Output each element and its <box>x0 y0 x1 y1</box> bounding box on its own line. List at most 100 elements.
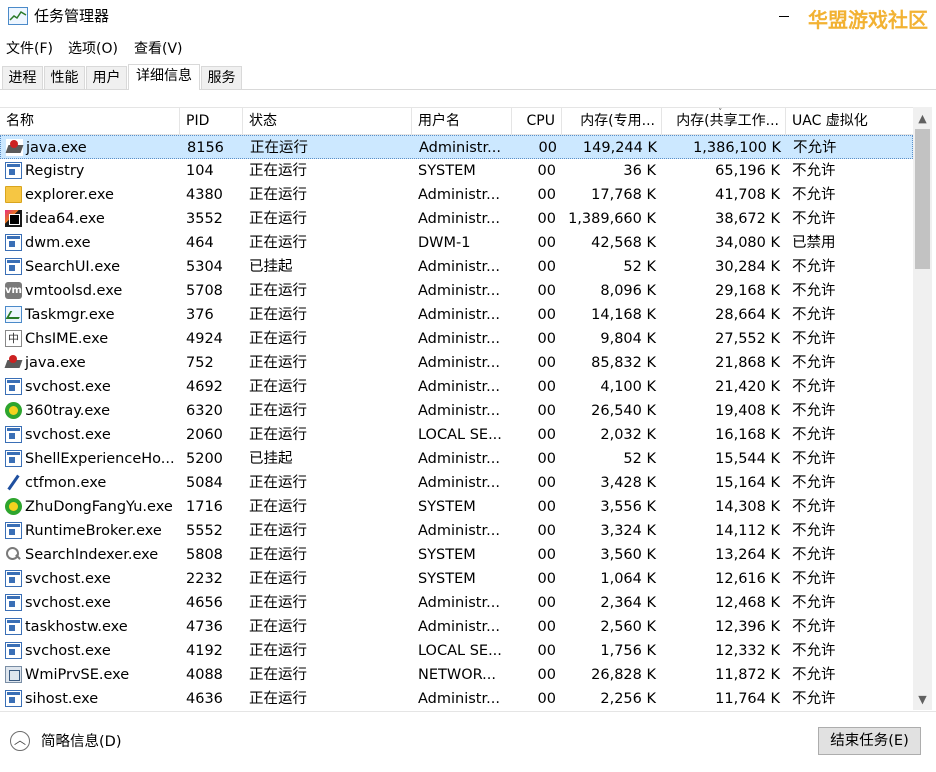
cell-user: Administr... <box>418 379 500 395</box>
cell-mem: 52 K <box>623 259 656 275</box>
menu-options[interactable]: 选项(O) <box>68 38 118 58</box>
process-name: svchost.exe <box>25 379 111 395</box>
cell-shared: 38,672 K <box>715 211 780 227</box>
table-row[interactable]: ShellExperienceHo... 5200 已挂起 Administr... 0… <box>0 447 913 471</box>
table-row[interactable]: svchost.exe 4192 正在运行 LOCAL SE... 00 1,756 K 1… <box>0 639 913 663</box>
column-cpu[interactable]: CPU <box>512 108 562 134</box>
menu-view[interactable]: 查看(V) <box>134 38 183 58</box>
cell-shared: 15,544 K <box>715 451 780 467</box>
cell-status: 正在运行 <box>249 379 307 395</box>
cell-shared: 1,386,100 K <box>693 140 781 156</box>
column-username[interactable]: 用户名 <box>412 108 512 134</box>
table-row[interactable]: svchost.exe 4656 正在运行 Administr... 00 2,364 K… <box>0 591 913 615</box>
cell-cpu: 00 <box>537 235 556 251</box>
table-row[interactable]: java.exe 8156 正在运行 Administr... 00 149,244 K 1… <box>0 135 913 159</box>
collapse-chevron-icon[interactable]: ︿ <box>10 731 30 751</box>
table-row[interactable]: RuntimeBroker.exe 5552 正在运行 Administr... 00 3… <box>0 519 913 543</box>
column-pid[interactable]: PID <box>180 108 243 134</box>
cell-status: 正在运行 <box>249 331 307 347</box>
footer-bar: ︿ 简略信息(D) 结束任务(E) <box>0 711 936 772</box>
cell-cpu: 00 <box>537 667 556 683</box>
cell-user: Administr... <box>418 619 500 635</box>
cell-pid: 5084 <box>186 475 223 491</box>
cell-cpu: 00 <box>537 379 556 395</box>
table-row[interactable]: Registry 104 正在运行 SYSTEM 00 36 K 65,196 K 不允许 <box>0 159 913 183</box>
table-row[interactable]: WmiPrvSE.exe 4088 正在运行 NETWOR... 00 26,828 K 1… <box>0 663 913 687</box>
table-row[interactable]: svchost.exe 2060 正在运行 LOCAL SE... 00 2,032 K 1… <box>0 423 913 447</box>
tab-users[interactable]: 用户 <box>86 66 127 89</box>
table-row[interactable]: Taskmgr.exe 376 正在运行 Administr... 00 14,168 K… <box>0 303 913 327</box>
cell-cpu: 00 <box>537 595 556 611</box>
table-row[interactable]: 中 ChsIME.exe 4924 正在运行 Administr... 00 9,804 K… <box>0 327 913 351</box>
end-task-button[interactable]: 结束任务(E) <box>818 727 921 755</box>
fewer-details-link[interactable]: 简略信息(D) <box>41 732 121 752</box>
table-row[interactable]: svchost.exe 2232 正在运行 SYSTEM 00 1,064 K 12,616… <box>0 567 913 591</box>
cell-status: 已挂起 <box>249 451 293 467</box>
tab-details[interactable]: 详细信息 <box>128 64 200 90</box>
cell-cpu: 00 <box>537 187 556 203</box>
table-row[interactable]: java.exe 752 正在运行 Administr... 00 85,832 K 21,… <box>0 351 913 375</box>
minimize-button[interactable] <box>779 16 789 17</box>
cell-user: Administr... <box>418 523 500 539</box>
column-memory-private[interactable]: 内存(专用... <box>562 108 662 134</box>
table-row[interactable]: SearchIndexer.exe 5808 正在运行 SYSTEM 00 3,560 K… <box>0 543 913 567</box>
table-row[interactable]: ZhuDongFangYu.exe 1716 正在运行 SYSTEM 00 3,556 K… <box>0 495 913 519</box>
cell-pid: 4380 <box>186 187 223 203</box>
scroll-down-arrow-icon[interactable]: ▼ <box>913 691 932 708</box>
cell-mem: 14,168 K <box>591 307 656 323</box>
process-name: ctfmon.exe <box>25 475 107 491</box>
cell-uac: 不允许 <box>792 547 836 563</box>
cell-mem: 42,568 K <box>591 235 656 251</box>
table-row[interactable]: SearchUI.exe 5304 已挂起 Administr... 00 52 K 30,… <box>0 255 913 279</box>
table-row[interactable]: explorer.exe 4380 正在运行 Administr... 00 17,768… <box>0 183 913 207</box>
column-uac[interactable]: UAC 虚拟化 <box>786 108 913 134</box>
cell-cpu: 00 <box>537 307 556 323</box>
cell-shared: 27,552 K <box>715 331 780 347</box>
cell-mem: 2,256 K <box>600 691 656 707</box>
cell-shared: 41,708 K <box>715 187 780 203</box>
cell-status: 正在运行 <box>249 691 307 707</box>
table-row[interactable]: svchost.exe 4692 正在运行 Administr... 00 4,100 K… <box>0 375 913 399</box>
cell-cpu: 00 <box>537 475 556 491</box>
cell-pid: 4636 <box>186 691 223 707</box>
column-memory-shared[interactable]: 内存(共享工作... <box>662 108 786 134</box>
table-row[interactable]: dwm.exe 464 正在运行 DWM-1 00 42,568 K 34,080 K 已禁用 <box>0 231 913 255</box>
scroll-thumb[interactable] <box>915 129 930 269</box>
cell-mem: 17,768 K <box>591 187 656 203</box>
cell-cpu: 00 <box>537 403 556 419</box>
cell-shared: 16,168 K <box>715 427 780 443</box>
cell-uac: 不允许 <box>792 163 836 179</box>
cell-user: Administr... <box>418 451 500 467</box>
cell-mem: 4,100 K <box>600 379 656 395</box>
menu-file[interactable]: 文件(F) <box>6 38 53 58</box>
process-name: taskhostw.exe <box>25 619 128 635</box>
table-row[interactable]: ctfmon.exe 5084 正在运行 Administr... 00 3,428 K 1… <box>0 471 913 495</box>
process-name: svchost.exe <box>25 643 111 659</box>
cell-uac: 不允许 <box>792 523 836 539</box>
cell-uac: 不允许 <box>792 571 836 587</box>
tab-performance[interactable]: 性能 <box>44 66 85 89</box>
cell-pid: 5552 <box>186 523 223 539</box>
cell-uac: 不允许 <box>792 643 836 659</box>
cell-uac: 不允许 <box>792 379 836 395</box>
process-name: java.exe <box>25 355 86 371</box>
sort-arrow-icon: ˅ <box>718 108 723 118</box>
process-name: ZhuDongFangYu.exe <box>25 499 173 515</box>
table-row[interactable]: idea64.exe 3552 正在运行 Administr... 00 1,389,66… <box>0 207 913 231</box>
column-status[interactable]: 状态 <box>243 108 412 134</box>
cell-uac: 不允许 <box>792 475 836 491</box>
column-name[interactable]: 名称 <box>0 108 180 134</box>
cell-pid: 1716 <box>186 499 223 515</box>
cell-status: 正在运行 <box>249 667 307 683</box>
tab-services[interactable]: 服务 <box>201 66 242 89</box>
table-row[interactable]: 360tray.exe 6320 正在运行 Administr... 00 26,540 … <box>0 399 913 423</box>
scroll-up-arrow-icon[interactable]: ▲ <box>913 110 932 127</box>
table-row[interactable]: vm vmtoolsd.exe 5708 正在运行 Administr... 00 8,09… <box>0 279 913 303</box>
tab-processes[interactable]: 进程 <box>2 66 43 89</box>
table-row[interactable]: taskhostw.exe 4736 正在运行 Administr... 00 2,560… <box>0 615 913 639</box>
table-row[interactable]: sihost.exe 4636 正在运行 Administr... 00 2,256 K 1… <box>0 687 913 711</box>
cell-pid: 2060 <box>186 427 223 443</box>
cell-mem: 149,244 K <box>582 140 657 156</box>
vertical-scrollbar[interactable]: ▲ ▼ <box>913 107 932 710</box>
cell-cpu: 00 <box>537 163 556 179</box>
